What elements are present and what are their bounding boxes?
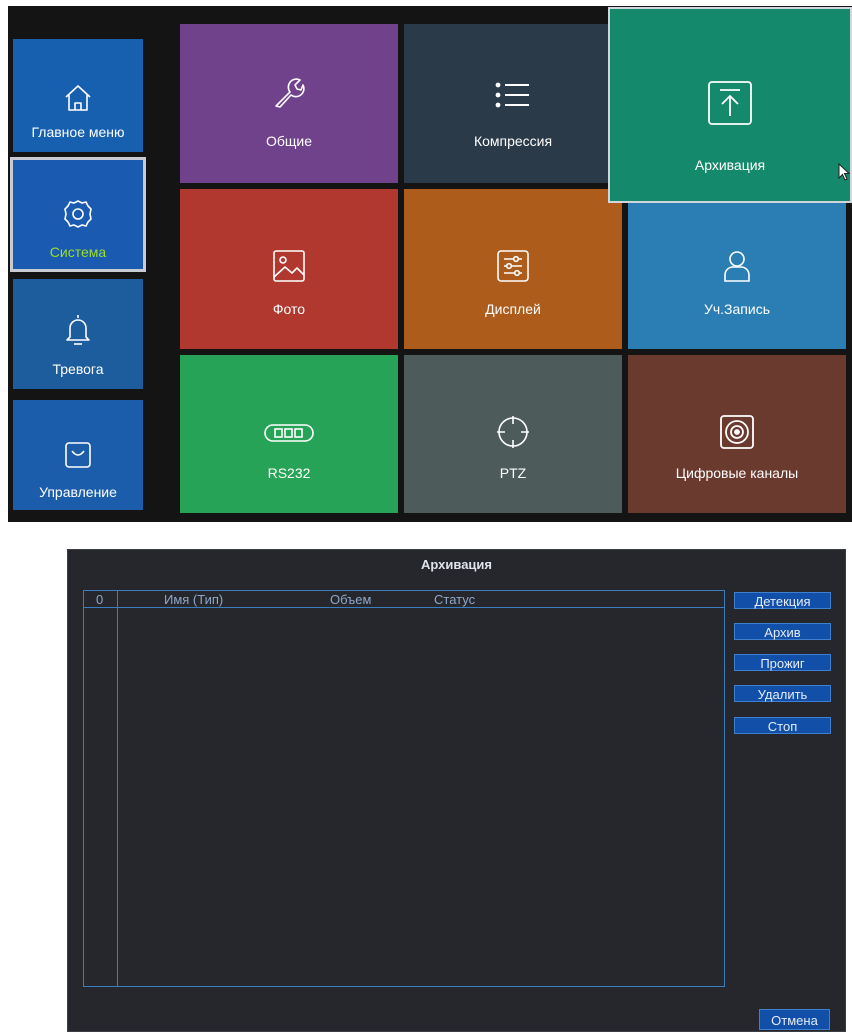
index-column-divider bbox=[117, 591, 118, 986]
bag-icon bbox=[63, 440, 93, 470]
tile-label: Архивация bbox=[694, 157, 766, 173]
archive-file-table[interactable]: 0 Имя (Тип) Объем Статус bbox=[83, 590, 725, 987]
sidebar-item-label: Главное меню bbox=[31, 124, 125, 140]
gear-icon bbox=[62, 198, 94, 230]
crosshair-icon bbox=[496, 415, 530, 449]
sidebar-item-alarm[interactable]: Тревога bbox=[13, 279, 143, 389]
stop-button[interactable]: Стоп bbox=[734, 717, 831, 734]
tile-label: Дисплей bbox=[485, 301, 541, 317]
tile-display[interactable]: Дисплей bbox=[404, 189, 622, 349]
bell-icon bbox=[63, 313, 93, 347]
image-icon bbox=[272, 249, 306, 283]
dialog-title: Архивация bbox=[421, 557, 492, 572]
tile-label: Уч.Запись bbox=[703, 301, 770, 317]
tile-archive[interactable]: Архивация bbox=[608, 7, 852, 203]
wrench-icon bbox=[272, 76, 306, 110]
sidebar-item-label: Тревога bbox=[52, 361, 104, 377]
tile-photo[interactable]: Фото bbox=[180, 189, 398, 349]
tile-ptz[interactable]: PTZ bbox=[404, 355, 622, 513]
burn-button[interactable]: Прожиг bbox=[734, 654, 831, 671]
sliders-icon bbox=[496, 249, 530, 283]
serial-port-icon bbox=[263, 423, 315, 443]
column-header-index[interactable]: 0 bbox=[96, 592, 103, 607]
sidebar-item-management[interactable]: Управление bbox=[13, 400, 143, 510]
tile-label: Компрессия bbox=[473, 133, 553, 149]
main-menu-panel: Главное меню Система Тревога Управление bbox=[8, 6, 852, 522]
home-icon bbox=[63, 83, 93, 113]
speaker-icon bbox=[719, 414, 755, 450]
archive-button[interactable]: Архив bbox=[734, 623, 831, 640]
tile-label: Цифровые каналы bbox=[675, 465, 799, 481]
cancel-button[interactable]: Отмена bbox=[759, 1009, 830, 1030]
tile-digital-channels[interactable]: Цифровые каналы bbox=[628, 355, 846, 513]
tile-account[interactable]: Уч.Запись bbox=[628, 202, 846, 349]
column-header-name[interactable]: Имя (Тип) bbox=[164, 592, 223, 607]
upload-icon bbox=[706, 79, 754, 127]
user-icon bbox=[722, 249, 752, 283]
tile-label: RS232 bbox=[267, 465, 311, 481]
delete-button[interactable]: Удалить bbox=[734, 685, 831, 702]
column-header-status[interactable]: Статус bbox=[434, 592, 475, 607]
tile-compression[interactable]: Компрессия bbox=[404, 24, 622, 183]
sidebar-item-label: Система bbox=[49, 244, 107, 260]
detect-button[interactable]: Детекция bbox=[734, 592, 831, 609]
list-icon bbox=[495, 82, 531, 108]
sidebar-item-label: Управление bbox=[39, 484, 117, 500]
tile-label: Фото bbox=[272, 301, 306, 317]
tile-general[interactable]: Общие bbox=[180, 24, 398, 183]
sidebar-item-main-menu[interactable]: Главное меню bbox=[13, 39, 143, 152]
tile-rs232[interactable]: RS232 bbox=[180, 355, 398, 513]
tile-label: Общие bbox=[265, 133, 313, 149]
column-header-size[interactable]: Объем bbox=[330, 592, 371, 607]
tile-label: PTZ bbox=[499, 465, 527, 481]
table-header: 0 Имя (Тип) Объем Статус bbox=[84, 591, 724, 608]
mouse-cursor-icon bbox=[838, 163, 850, 181]
sidebar-item-system[interactable]: Система bbox=[10, 157, 146, 272]
archive-dialog: Архивация 0 Имя (Тип) Объем Статус Детек… bbox=[67, 549, 846, 1032]
